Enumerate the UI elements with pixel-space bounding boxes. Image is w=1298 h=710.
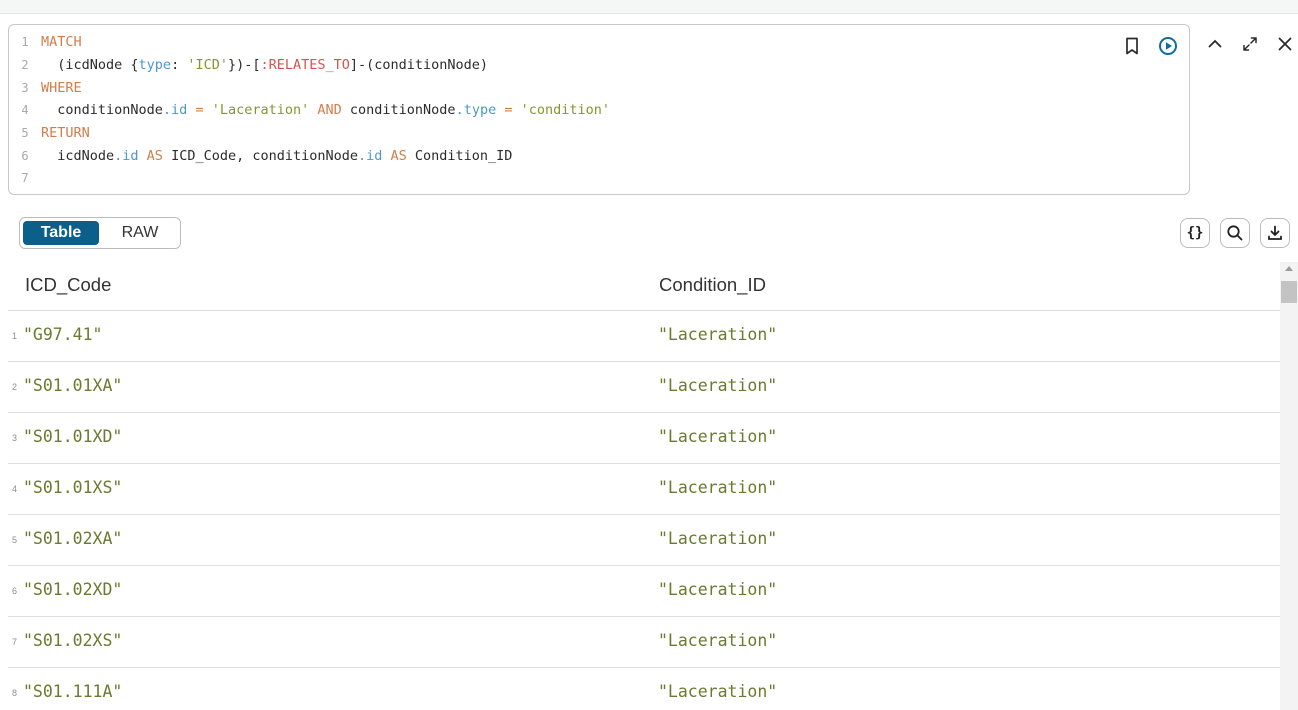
code-token: MATCH (41, 34, 82, 51)
table-row[interactable]: 3 "S01.01XD" "Laceration" (8, 413, 1280, 464)
cell-condition-id[interactable]: "Laceration" (658, 529, 777, 548)
run-query-icon[interactable] (1157, 35, 1179, 57)
row-number: 4 (12, 484, 18, 494)
code-token: .id (162, 102, 188, 119)
code-token: .type (455, 102, 497, 119)
code-token: WHERE (41, 79, 82, 96)
cell-condition-id[interactable]: "Laceration" (658, 325, 777, 344)
bookmark-icon[interactable] (1121, 35, 1143, 57)
result-tools: {} (1180, 218, 1290, 248)
table-row[interactable]: 5 "S01.02XA" "Laceration" (8, 515, 1280, 566)
cell-condition-id[interactable]: "Laceration" (658, 478, 777, 497)
table-view-button[interactable]: Table (23, 221, 99, 245)
code-line[interactable]: 4 conditionNode .id = 'Laceration' AND co… (9, 99, 1099, 122)
line-number: 3 (21, 80, 29, 95)
cell-condition-id[interactable]: "Laceration" (658, 682, 777, 701)
table-row[interactable]: 1 "G97.41" "Laceration" (8, 311, 1280, 362)
code-token: AND (309, 102, 350, 119)
scroll-up-arrow[interactable] (1285, 266, 1293, 271)
table-row[interactable]: 8 "S01.111A" "Laceration" (8, 668, 1280, 710)
scroll-thumb[interactable] (1281, 281, 1297, 303)
code-line[interactable]: 6 icdNode .id AS ICD_Code, conditionNode.… (9, 144, 1099, 167)
table-row[interactable]: 6 "S01.02XD" "Laceration" (8, 566, 1280, 617)
cell-icd-code[interactable]: "S01.02XD" (23, 580, 122, 599)
row-number: 8 (12, 688, 18, 698)
cell-condition-id[interactable]: "Laceration" (658, 427, 777, 446)
json-glyph: {} (1186, 225, 1204, 241)
top-band (0, 0, 1298, 14)
table-body: 1 "G97.41" "Laceration" 2 "S01.01XA" "Lacerat… (8, 311, 1280, 710)
results-table: ICD_Code Condition_ID 1 "G97.41" "Lacerati… (8, 260, 1280, 710)
code-token: AS (382, 147, 415, 164)
code-token: ]-(conditionNode) (349, 57, 489, 74)
collapse-icon[interactable] (1204, 33, 1226, 55)
cell-icd-code[interactable]: "S01.111A" (23, 682, 122, 701)
code-token: })-[ (227, 57, 261, 74)
cell-condition-id[interactable]: "Laceration" (658, 580, 777, 599)
table-row[interactable]: 7 "S01.02XS" "Laceration" (8, 617, 1280, 668)
cell-condition-id[interactable]: "Laceration" (658, 376, 777, 395)
code-token: : (171, 57, 188, 74)
code-token: conditionNode (349, 102, 456, 119)
code-line[interactable]: 2 (icdNode {type: 'ICD'})-[:RELATES_TO]-… (9, 54, 1099, 77)
table-row[interactable]: 2 "S01.01XA" "Laceration" (8, 362, 1280, 413)
cell-icd-code[interactable]: "S01.02XA" (23, 529, 122, 548)
code-token: 'condition' (520, 102, 610, 119)
table-row[interactable]: 4 "S01.01XS" "Laceration" (8, 464, 1280, 515)
code-token: RETURN (41, 125, 90, 142)
code-token: Condition_ID (414, 147, 513, 164)
code-token: icdNode (41, 147, 115, 164)
column-header-icd-code[interactable]: ICD_Code (25, 274, 111, 296)
view-toggle: Table RAW (19, 217, 181, 249)
cell-condition-id[interactable]: "Laceration" (658, 631, 777, 650)
line-number: 4 (21, 103, 29, 118)
fullscreen-icon[interactable] (1239, 33, 1261, 55)
query-result-panel: 1 MATCH 2 (icdNode {type: 'ICD'})-[:RELATE… (0, 0, 1298, 710)
cell-icd-code[interactable]: "S01.01XD" (23, 427, 122, 446)
json-icon[interactable]: {} (1180, 218, 1210, 248)
cell-icd-code[interactable]: "S01.01XS" (23, 478, 122, 497)
code-token: = (187, 102, 212, 119)
line-number: 5 (21, 126, 29, 141)
line-number: 6 (21, 148, 29, 163)
code-token: AS (138, 147, 172, 164)
column-header-condition-id[interactable]: Condition_ID (659, 274, 766, 296)
code-line[interactable]: 7 (9, 167, 1099, 190)
cell-icd-code[interactable]: "S01.02XS" (23, 631, 122, 650)
row-number: 6 (12, 586, 18, 596)
search-icon[interactable] (1220, 218, 1250, 248)
close-icon[interactable] (1274, 33, 1296, 55)
code-token: conditionNode (41, 102, 163, 119)
code-token: 'Laceration' (211, 102, 310, 119)
code-token: = (496, 102, 521, 119)
row-number: 7 (12, 637, 18, 647)
code-line[interactable]: 3 WHERE (9, 76, 1099, 99)
row-number: 1 (12, 331, 18, 341)
code-token: type (138, 57, 172, 74)
download-icon[interactable] (1260, 218, 1290, 248)
cell-icd-code[interactable]: "G97.41" (23, 325, 102, 344)
row-number: 3 (12, 433, 18, 443)
row-number: 5 (12, 535, 18, 545)
code-token: :RELATES_TO (260, 57, 350, 74)
code-token: .id (114, 147, 139, 164)
code-line[interactable]: 5 RETURN (9, 122, 1099, 145)
window-actions (1204, 33, 1296, 55)
cell-icd-code[interactable]: "S01.01XA" (23, 376, 122, 395)
query-editor[interactable]: 1 MATCH 2 (icdNode {type: 'ICD'})-[:RELATE… (8, 24, 1190, 195)
row-number: 2 (12, 382, 18, 392)
code-token: .id (358, 147, 383, 164)
code-token: ICD_Code, conditionNode (171, 147, 358, 164)
line-number: 7 (21, 171, 29, 186)
table-header: ICD_Code Condition_ID (8, 260, 1280, 311)
code-token: (icdNode { (41, 57, 139, 74)
vertical-scrollbar[interactable] (1280, 262, 1298, 710)
editor-actions (1121, 35, 1179, 57)
code-token: 'ICD' (187, 57, 228, 74)
code-line[interactable]: 1 MATCH (9, 31, 1099, 54)
line-number: 2 (21, 58, 29, 73)
raw-view-button[interactable]: RAW (103, 221, 177, 245)
line-number: 1 (21, 35, 29, 50)
code-area[interactable]: 1 MATCH 2 (icdNode {type: 'ICD'})-[:RELATE… (9, 31, 1099, 190)
